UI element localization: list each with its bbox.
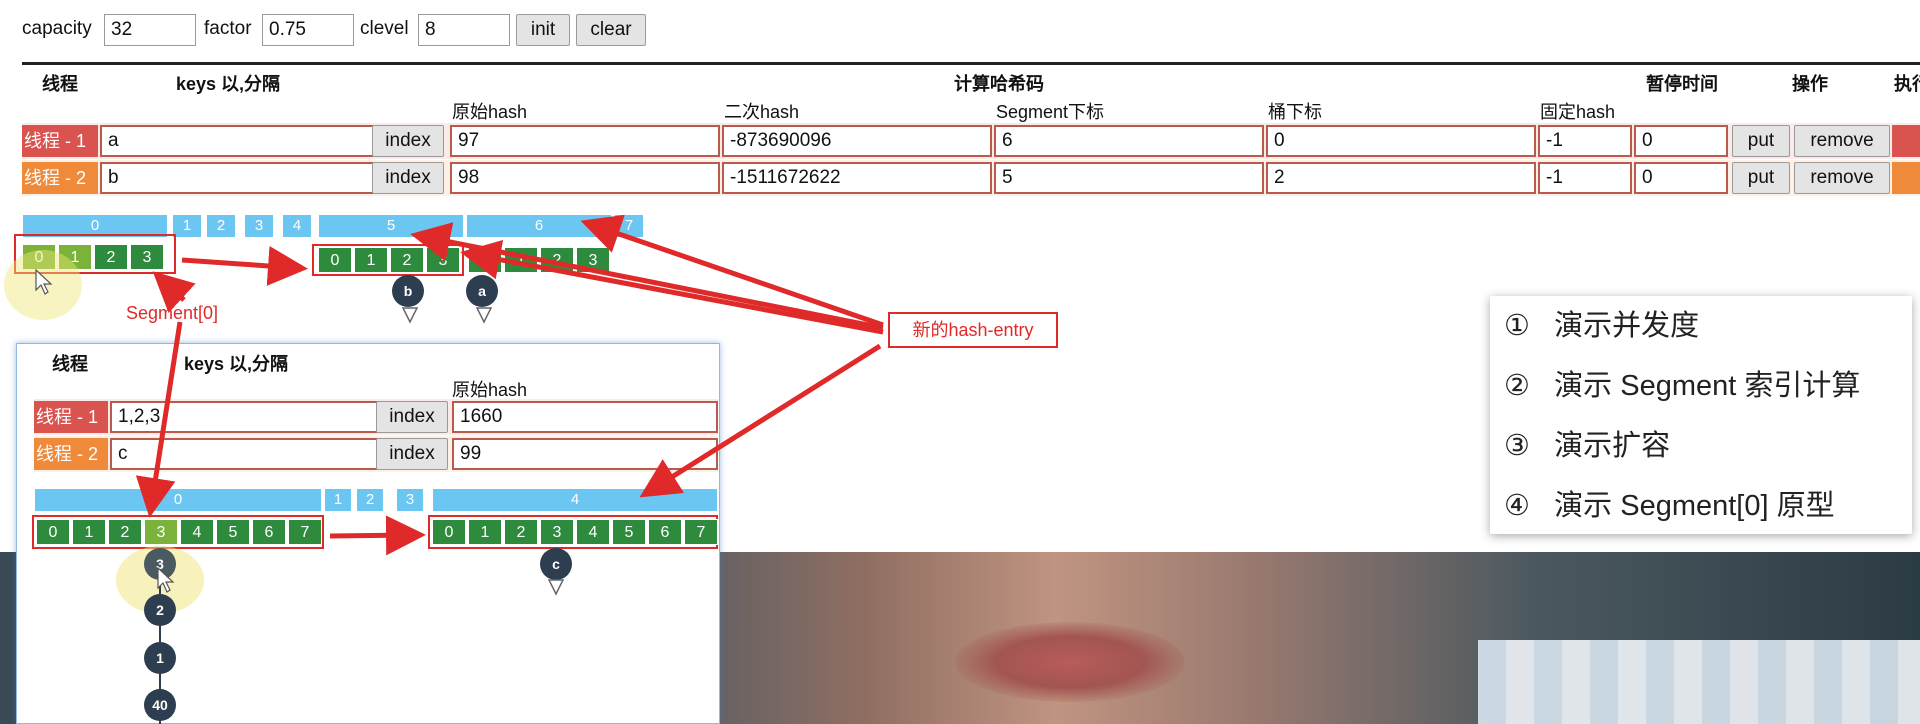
menu-item-label: 演示扩容 <box>1554 430 1671 462</box>
menu-item-number: ② <box>1504 370 1530 402</box>
menu-item-segment0-prototype[interactable]: ④ 演示 Segment[0] 原型 <box>1504 482 1835 524</box>
menu-item-number: ① <box>1504 310 1530 342</box>
menu-item-label: 演示并发度 <box>1554 310 1700 342</box>
menu-item-concurrency[interactable]: ① 演示并发度 <box>1504 302 1699 344</box>
menu-item-label: 演示 Segment 索引计算 <box>1554 370 1861 402</box>
demo-menu: ① 演示并发度 ② 演示 Segment 索引计算 ③ 演示扩容 ④ 演示 Se… <box>1490 296 1912 534</box>
menu-item-label: 演示 Segment[0] 原型 <box>1554 490 1835 522</box>
menu-item-resize[interactable]: ③ 演示扩容 <box>1504 422 1670 464</box>
menu-item-number: ③ <box>1504 430 1530 462</box>
menu-item-segment-index[interactable]: ② 演示 Segment 索引计算 <box>1504 362 1860 404</box>
menu-item-number: ④ <box>1504 490 1530 522</box>
